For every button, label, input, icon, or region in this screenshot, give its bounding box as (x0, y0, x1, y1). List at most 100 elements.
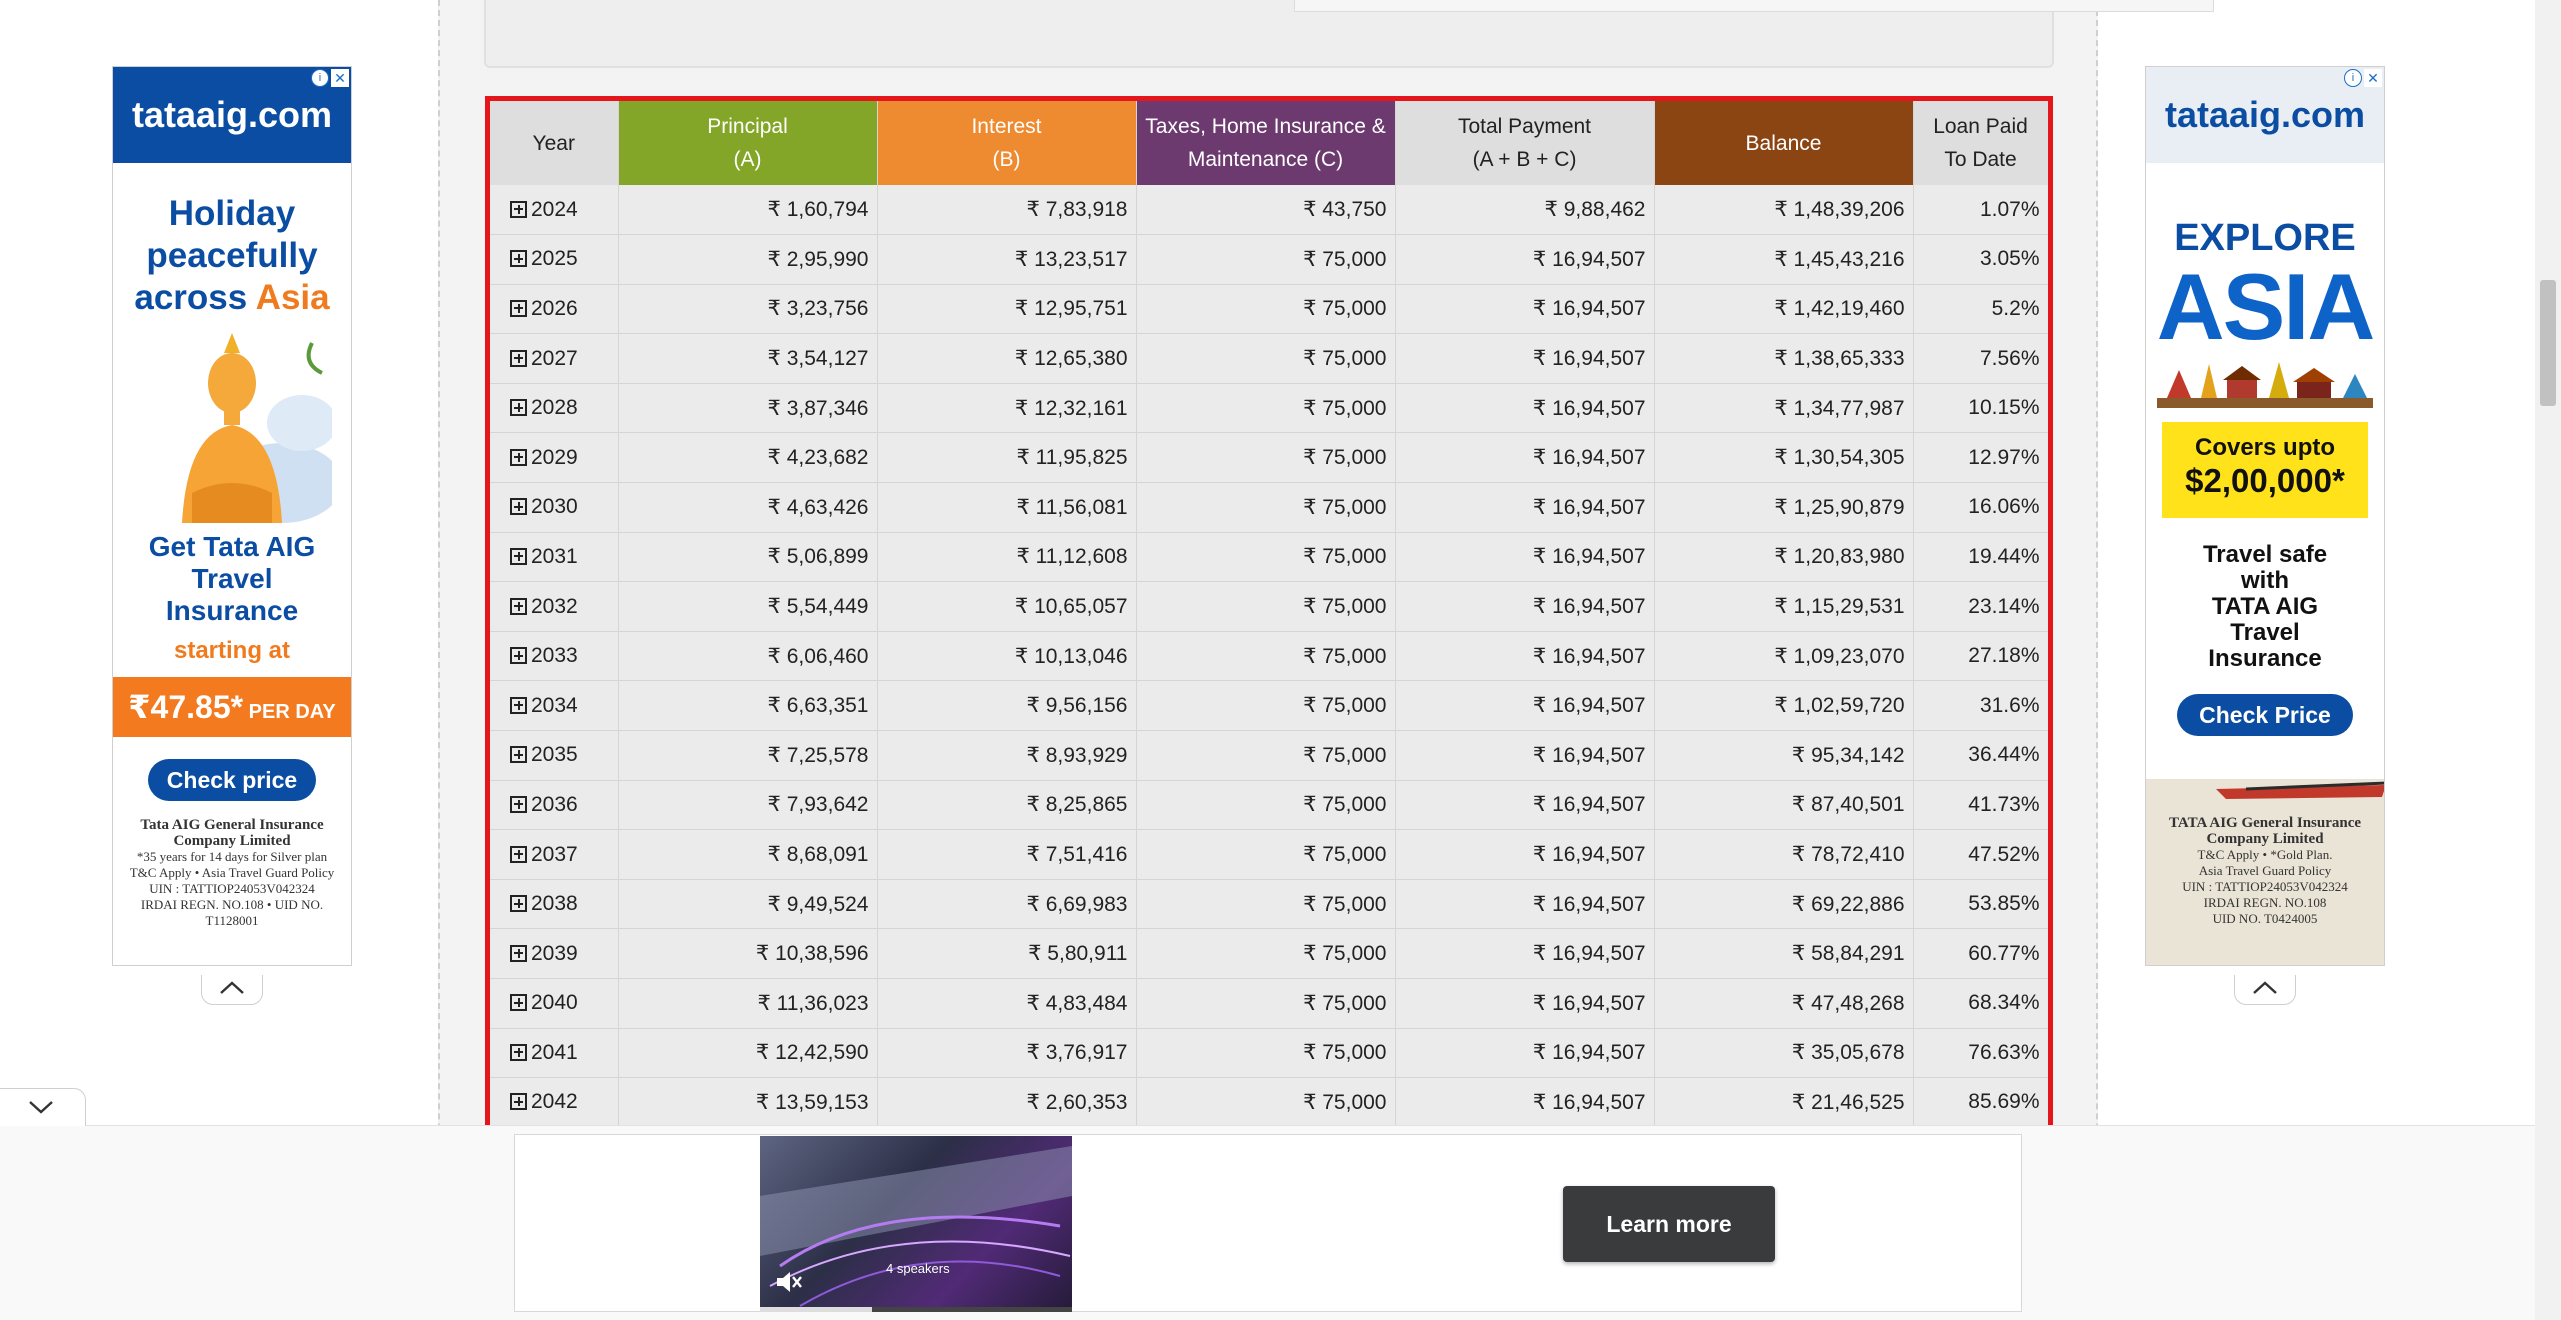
table-row[interactable]: 2025 ₹ 2,95,990 ₹ 13,23,517 ₹ 75,000 ₹ 16,94… (490, 234, 2048, 285)
total-payment-cell: ₹ 16,94,507 (1395, 680, 1655, 732)
year-cell[interactable]: 2038 (490, 879, 619, 930)
header-balance: Balance (1654, 101, 1914, 185)
ad-check-price-button[interactable]: Check price (148, 759, 316, 801)
year-cell[interactable]: 2040 (490, 978, 619, 1029)
year-cell[interactable]: 2039 (490, 928, 619, 979)
ad-info-icon[interactable]: i (2344, 69, 2362, 87)
header-taxes: Taxes, Home Insurance & Maintenance (C) (1136, 101, 1396, 185)
table-row[interactable]: 2029 ₹ 4,23,682 ₹ 11,95,825 ₹ 75,000 ₹ 16,94… (490, 432, 2048, 484)
year-cell[interactable]: 2024 (490, 185, 619, 236)
bottom-ad-container[interactable] (514, 1134, 2022, 1312)
year-cell[interactable]: 2036 (490, 780, 619, 831)
year-cell[interactable]: 2028 (490, 383, 619, 434)
ad-check-price-button[interactable]: Check Price (2177, 694, 2353, 736)
year-cell[interactable]: 2032 (490, 581, 619, 632)
expand-row-icon[interactable] (510, 250, 527, 268)
year-cell[interactable]: 2029 (490, 432, 619, 484)
right-ad-banner[interactable]: i ✕ tataaig.com EXPLORE ASIA Covers upto… (2145, 66, 2385, 966)
year-cell[interactable]: 2042 (490, 1077, 619, 1128)
ad-close-icon[interactable]: ✕ (2364, 69, 2382, 87)
expand-row-icon[interactable] (510, 448, 527, 466)
table-row[interactable]: 2026 ₹ 3,23,756 ₹ 12,95,751 ₹ 75,000 ₹ 16,94… (490, 284, 2048, 335)
year-cell[interactable]: 2025 (490, 234, 619, 285)
expand-row-icon[interactable] (510, 1093, 527, 1111)
video-caption: 4 speakers (886, 1261, 950, 1276)
year-cell[interactable]: 2035 (490, 730, 619, 781)
expand-row-icon[interactable] (510, 597, 527, 615)
year-cell[interactable]: 2037 (490, 829, 619, 880)
table-row[interactable]: 2032 ₹ 5,54,449 ₹ 10,65,057 ₹ 75,000 ₹ 16,94… (490, 581, 2048, 632)
expand-row-icon[interactable] (510, 399, 527, 417)
expand-row-icon[interactable] (510, 696, 527, 714)
table-row[interactable]: 2024 ₹ 1,60,794 ₹ 7,83,918 ₹ 43,750 ₹ 9,88,4… (490, 185, 2048, 236)
loan-paid-cell: 68.34% (1913, 978, 2048, 1029)
table-row[interactable]: 2039 ₹ 10,38,596 ₹ 5,80,911 ₹ 75,000 ₹ 16,94… (490, 928, 2048, 979)
expand-row-icon[interactable] (510, 498, 527, 516)
scrollbar-thumb[interactable] (2540, 280, 2556, 406)
principal-cell: ₹ 7,25,578 (618, 730, 878, 781)
table-row[interactable]: 2028 ₹ 3,87,346 ₹ 12,32,161 ₹ 75,000 ₹ 16,94… (490, 383, 2048, 434)
loan-paid-cell: 27.18% (1913, 631, 2048, 682)
table-row[interactable]: 2033 ₹ 6,06,460 ₹ 10,13,046 ₹ 75,000 ₹ 16,94… (490, 631, 2048, 682)
expand-row-icon[interactable] (510, 200, 527, 218)
interest-cell: ₹ 12,32,161 (877, 383, 1137, 434)
loan-paid-cell: 12.97% (1913, 432, 2048, 484)
table-row[interactable]: 2042 ₹ 13,59,153 ₹ 2,60,353 ₹ 75,000 ₹ 16,94… (490, 1077, 2048, 1128)
ad-video-player[interactable]: 4 speakers (760, 1136, 1072, 1312)
table-row[interactable]: 2030 ₹ 4,63,426 ₹ 11,56,081 ₹ 75,000 ₹ 16,94… (490, 482, 2048, 533)
table-row[interactable]: 2041 ₹ 12,42,590 ₹ 3,76,917 ₹ 75,000 ₹ 16,94… (490, 1028, 2048, 1079)
expand-row-icon[interactable] (510, 1043, 527, 1061)
year-cell[interactable]: 2026 (490, 284, 619, 335)
table-row[interactable]: 2027 ₹ 3,54,127 ₹ 12,65,380 ₹ 75,000 ₹ 16,94… (490, 333, 2048, 384)
table-row[interactable]: 2035 ₹ 7,25,578 ₹ 8,93,929 ₹ 75,000 ₹ 16,94,… (490, 730, 2048, 781)
amortization-table: Year Principal (A) Interest (B) Taxes, H… (490, 101, 2048, 1128)
table-row[interactable]: 2031 ₹ 5,06,899 ₹ 11,12,608 ₹ 75,000 ₹ 16,94… (490, 532, 2048, 583)
expand-row-icon[interactable] (510, 349, 527, 367)
loan-paid-cell: 1.07% (1913, 185, 2048, 236)
video-progress-bar[interactable] (760, 1307, 1072, 1312)
expand-row-icon[interactable] (510, 944, 527, 962)
interest-cell: ₹ 7,83,918 (877, 185, 1137, 236)
total-payment-cell: ₹ 16,94,507 (1395, 284, 1655, 335)
year-cell[interactable]: 2030 (490, 482, 619, 533)
balance-cell: ₹ 1,45,43,216 (1654, 234, 1914, 285)
expand-row-icon[interactable] (510, 994, 527, 1012)
table-row[interactable]: 2036 ₹ 7,93,642 ₹ 8,25,865 ₹ 75,000 ₹ 16,94,… (490, 780, 2048, 831)
year-cell[interactable]: 2027 (490, 333, 619, 384)
year-cell[interactable]: 2041 (490, 1028, 619, 1079)
left-ad-collapse-toggle[interactable] (201, 975, 263, 1005)
expand-row-icon[interactable] (510, 299, 527, 317)
ad-close-icon[interactable]: ✕ (331, 69, 349, 87)
table-row[interactable]: 2037 ₹ 8,68,091 ₹ 7,51,416 ₹ 75,000 ₹ 16,94,… (490, 829, 2048, 880)
header-loan-paid: Loan Paid To Date (1913, 101, 2048, 185)
expand-row-icon[interactable] (510, 746, 527, 764)
principal-cell: ₹ 13,59,153 (618, 1077, 878, 1128)
expand-row-icon[interactable] (510, 647, 527, 665)
balance-cell: ₹ 1,42,19,460 (1654, 284, 1914, 335)
balance-cell: ₹ 1,09,23,070 (1654, 631, 1914, 682)
expand-row-icon[interactable] (510, 895, 527, 913)
table-row[interactable]: 2038 ₹ 9,49,524 ₹ 6,69,983 ₹ 75,000 ₹ 16,94,… (490, 879, 2048, 930)
year-cell[interactable]: 2033 (490, 631, 619, 682)
table-row[interactable]: 2040 ₹ 11,36,023 ₹ 4,83,484 ₹ 75,000 ₹ 16,94… (490, 978, 2048, 1029)
page-scrollbar[interactable] (2535, 0, 2561, 1320)
table-row[interactable]: 2034 ₹ 6,63,351 ₹ 9,56,156 ₹ 75,000 ₹ 16,94,… (490, 680, 2048, 732)
year-cell[interactable]: 2034 (490, 680, 619, 732)
mute-icon[interactable] (774, 1270, 802, 1294)
expand-row-icon[interactable] (510, 547, 527, 565)
year-cell[interactable]: 2031 (490, 532, 619, 583)
left-ad-banner[interactable]: i ✕ tataaig.com Holiday peacefully acros… (112, 66, 352, 966)
total-payment-cell: ₹ 16,94,507 (1395, 1077, 1655, 1128)
learn-more-button[interactable]: Learn more (1563, 1186, 1775, 1262)
total-payment-cell: ₹ 16,94,507 (1395, 879, 1655, 930)
expand-row-icon[interactable] (510, 845, 527, 863)
interest-cell: ₹ 7,51,416 (877, 829, 1137, 880)
expand-row-icon[interactable] (510, 795, 527, 813)
principal-cell: ₹ 9,49,524 (618, 879, 878, 930)
right-ad-collapse-toggle[interactable] (2234, 975, 2296, 1005)
balance-cell: ₹ 1,25,90,879 (1654, 482, 1914, 533)
ad-info-icon[interactable]: i (311, 69, 329, 87)
interest-cell: ₹ 11,12,608 (877, 532, 1137, 583)
loan-paid-cell: 10.15% (1913, 383, 2048, 434)
bottom-ad-collapse-toggle[interactable] (0, 1088, 86, 1126)
